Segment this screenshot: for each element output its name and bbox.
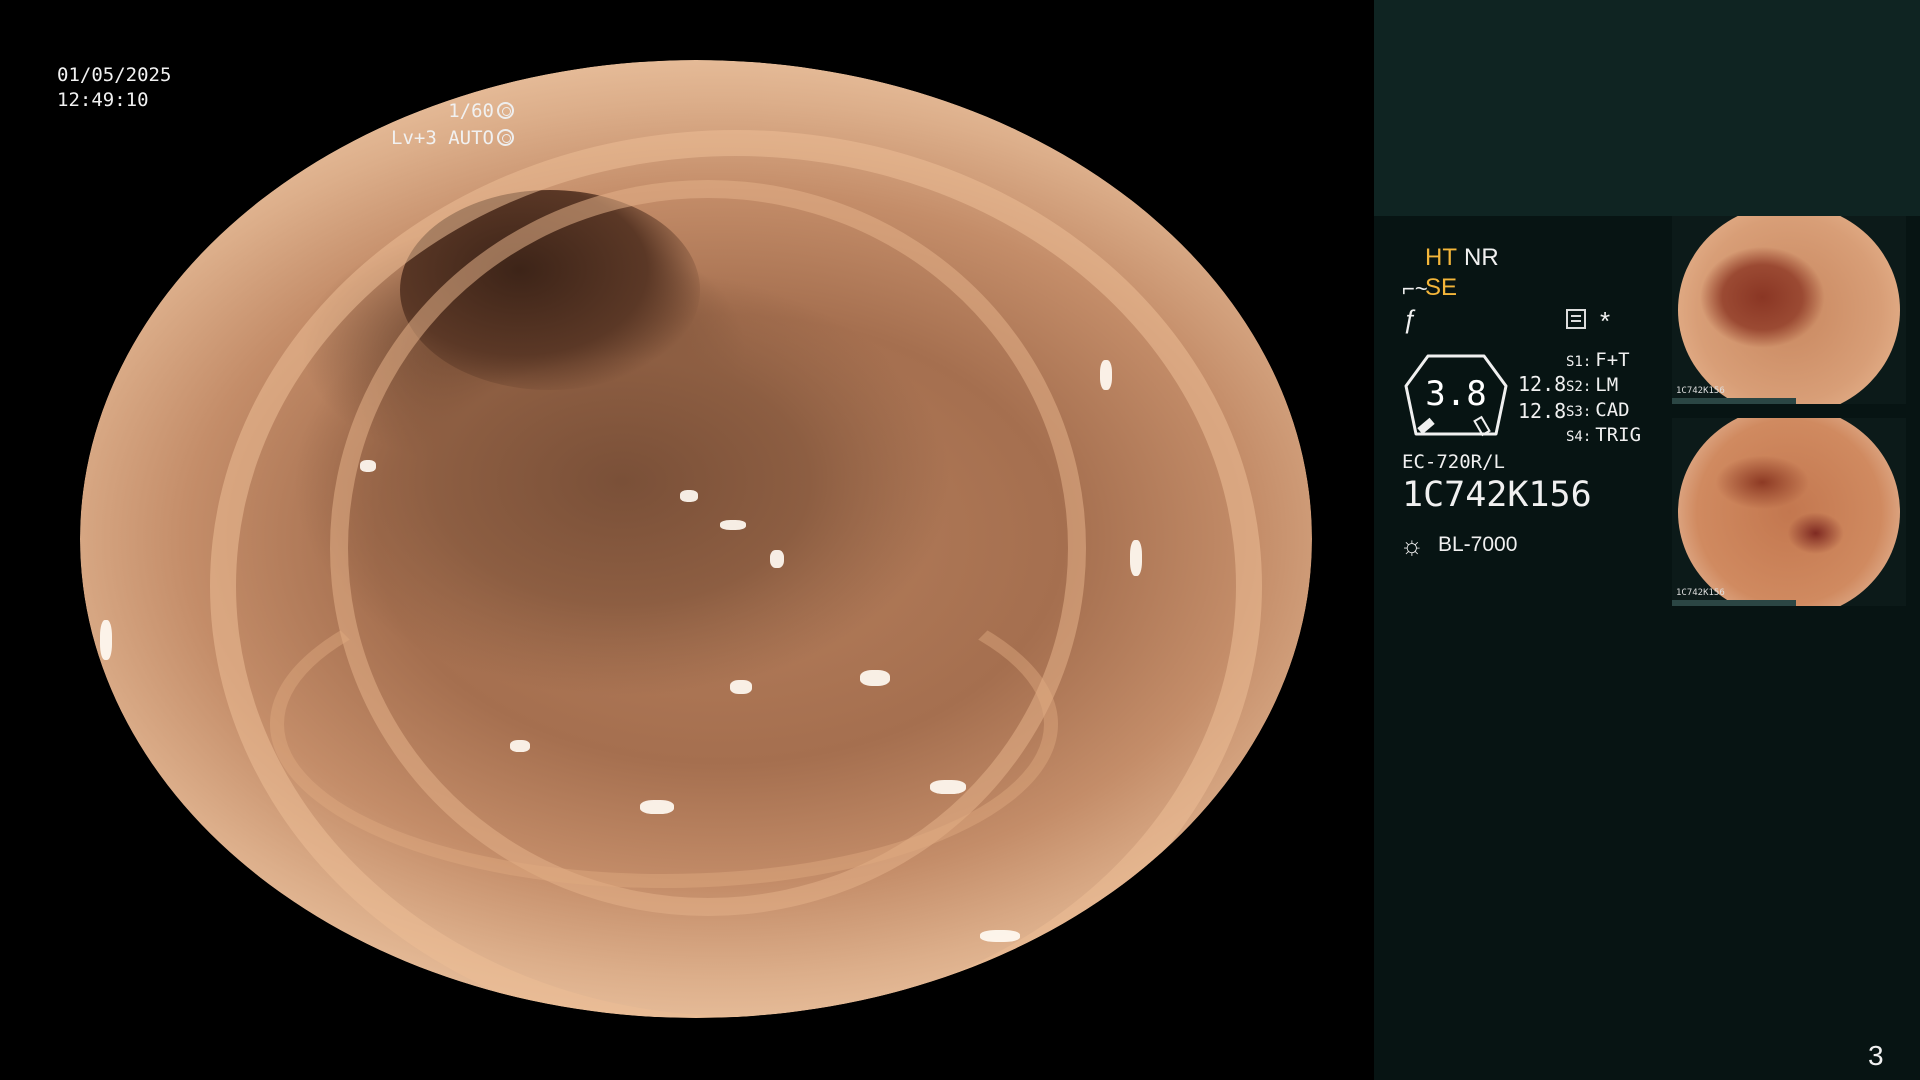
- setting-value: TRIG: [1595, 424, 1642, 446]
- setting-s4: S4: TRIG: [1566, 424, 1641, 446]
- specular-highlight: [980, 930, 1020, 942]
- specular-highlight: [730, 680, 752, 694]
- scope-serial: 1C742K156: [1402, 475, 1592, 515]
- mucosal-fold-mid: [270, 560, 1058, 888]
- scope-model: EC-720R/L: [1402, 451, 1505, 473]
- setting-s1: S1: F+T: [1566, 349, 1630, 371]
- brightness-level: Lv+3 AUTO: [391, 126, 514, 151]
- thumbnail-bar: [1672, 398, 1796, 404]
- specular-highlight: [100, 620, 112, 660]
- freeze-icon: ƒ: [1402, 304, 1417, 334]
- specular-highlight: [930, 780, 966, 794]
- thumbnail-image: [1678, 418, 1900, 606]
- gauge-value: 3.8: [1425, 374, 1487, 414]
- layout-icon: [1566, 309, 1586, 329]
- setting-key: S3:: [1566, 404, 1592, 420]
- setting-s2: S2: LM: [1566, 374, 1618, 396]
- auto-icon: [497, 129, 514, 146]
- thumbnail-label: 1C742K156: [1676, 386, 1725, 396]
- specular-highlight: [720, 520, 746, 530]
- setting-key: S4:: [1566, 429, 1592, 445]
- specular-highlight: [360, 460, 376, 472]
- thumbnail-bar: [1672, 600, 1796, 606]
- specular-highlight: [860, 670, 890, 686]
- specular-highlight: [1130, 540, 1142, 576]
- capture-thumbnail[interactable]: 1C742K156: [1672, 216, 1906, 404]
- shutter-value: 1/60: [448, 100, 494, 122]
- gauge-side-value-1: 12.8: [1518, 372, 1567, 396]
- specular-highlight: [640, 800, 674, 814]
- date-label: 01/05/2025: [57, 64, 172, 86]
- enhance-icon: ⌐~: [1402, 276, 1428, 301]
- info-panel: HT NR ⌐~ SE ƒ * 3.8 12.8 12.8 S1: F+T S2:…: [1374, 0, 1920, 1080]
- specular-highlight: [510, 740, 530, 752]
- ht-indicator: HT: [1425, 244, 1457, 271]
- setting-s3: S3: CAD: [1566, 399, 1630, 421]
- setting-value: LM: [1595, 374, 1619, 396]
- setting-value: CAD: [1595, 399, 1630, 421]
- setting-key: S1:: [1566, 354, 1592, 370]
- aperture-icon: [497, 102, 514, 119]
- shutter-speed: 1/60: [448, 99, 514, 124]
- page-number: 3: [1868, 1040, 1884, 1071]
- endoscope-view: 01/05/2025 12:49:10 1/60 Lv+3 AUTO: [0, 0, 1374, 1080]
- panel-header-area: [1374, 0, 1920, 216]
- capture-thumbnail[interactable]: 1C742K156: [1672, 418, 1906, 606]
- specular-highlight: [680, 490, 698, 502]
- specular-highlight: [770, 550, 784, 568]
- time-label: 12:49:10: [57, 89, 149, 111]
- level-value: Lv+3 AUTO: [391, 127, 494, 149]
- zoom-gauge: 3.8: [1400, 352, 1512, 444]
- nr-indicator: NR: [1464, 244, 1499, 271]
- thumbnail-label: 1C742K156: [1676, 588, 1725, 598]
- light-source: BL-7000: [1438, 533, 1518, 556]
- gauge-side-value-2: 12.8: [1518, 399, 1567, 423]
- setting-key: S2:: [1566, 379, 1592, 395]
- star-indicator: *: [1600, 306, 1611, 336]
- endoscope-image: [80, 60, 1312, 1018]
- thumbnail-image: [1678, 216, 1900, 404]
- se-indicator: SE: [1425, 274, 1458, 301]
- setting-value: F+T: [1595, 349, 1630, 371]
- specular-highlight: [1100, 360, 1112, 390]
- sun-icon: ☼: [1400, 530, 1424, 560]
